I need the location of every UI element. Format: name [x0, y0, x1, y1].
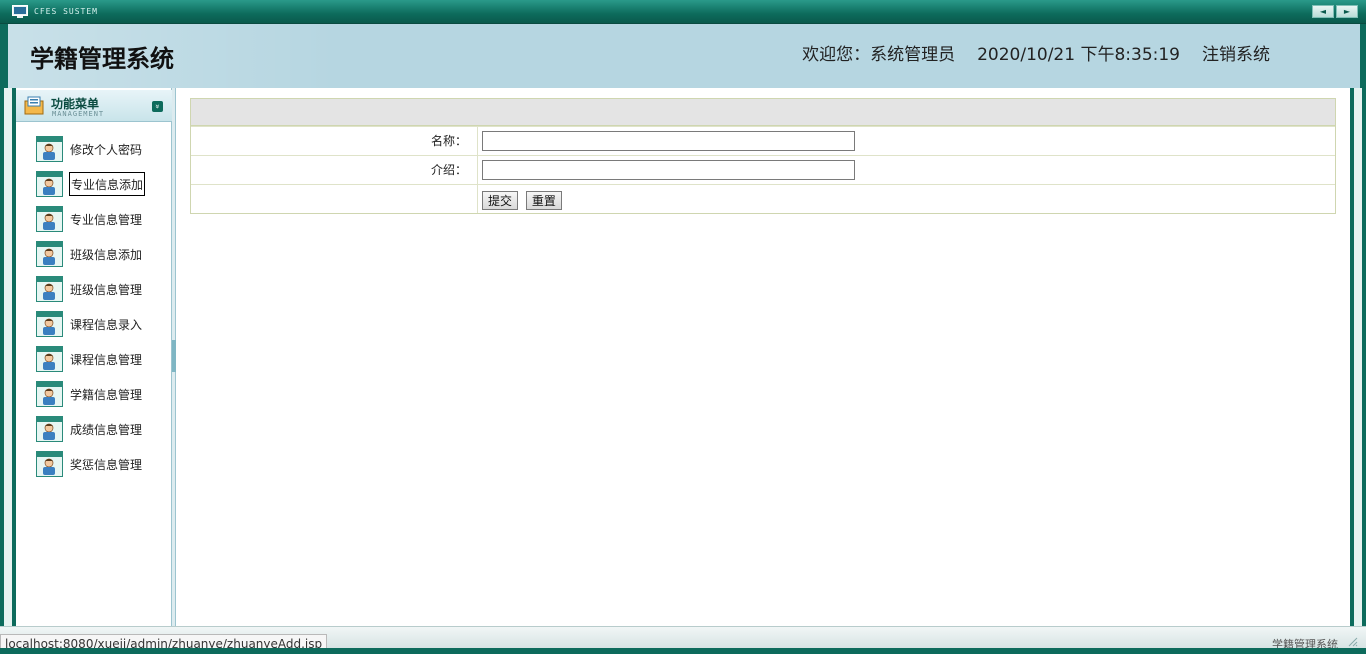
splitter-grip[interactable] — [172, 340, 176, 372]
next-button[interactable]: ► — [1336, 5, 1358, 18]
main-content: 名称： 介绍： 提交 重置 — [177, 88, 1350, 626]
user-card-icon — [36, 451, 63, 477]
form-header-row — [191, 99, 1335, 126]
user-card-icon — [36, 276, 63, 302]
user-card-icon — [36, 241, 63, 267]
prev-button[interactable]: ◄ — [1312, 5, 1334, 18]
sidebar-item-course-manage[interactable]: 课程信息管理 — [16, 344, 172, 379]
collapse-icon[interactable]: » — [152, 101, 163, 112]
menu-header: 功能菜单 MANAGEMENT » — [16, 90, 172, 122]
reset-button[interactable]: 重置 — [525, 191, 562, 210]
sidebar-item-major-manage[interactable]: 专业信息管理 — [16, 204, 172, 239]
sidebar-item-class-add[interactable]: 班级信息添加 — [16, 239, 172, 274]
intro-input[interactable] — [482, 160, 855, 180]
form-row-actions: 提交 重置 — [191, 184, 1335, 213]
resize-grip-icon[interactable] — [1346, 635, 1358, 647]
form-row-name: 名称： — [191, 126, 1335, 155]
welcome-prefix: 欢迎您： — [802, 45, 871, 65]
header-info: 欢迎您： 系统管理员 2020/10/21 下午8:35:19 注销系统 — [802, 40, 1270, 65]
form-row-intro: 介绍： — [191, 155, 1335, 184]
user-card-icon — [36, 311, 63, 337]
user-card-icon — [36, 381, 63, 407]
menu-subtitle: MANAGEMENT — [52, 110, 105, 118]
user-card-icon — [36, 206, 63, 232]
logout-link[interactable]: 注销系统 — [1202, 40, 1270, 65]
name-input[interactable] — [482, 131, 855, 151]
sidebar-item-change-password[interactable]: 修改个人密码 — [16, 134, 172, 169]
user-card-icon — [36, 346, 63, 372]
major-add-form: 名称： 介绍： 提交 重置 — [190, 98, 1336, 214]
monitor-icon — [12, 5, 28, 18]
system-label: CFES SUSTEM — [34, 7, 98, 16]
window-title-bar: CFES SUSTEM ◄ ► — [0, 0, 1366, 24]
menu-folder-icon — [24, 96, 44, 115]
current-datetime: 2020/10/21 下午8:35:19 — [977, 45, 1180, 65]
sidebar-item-student-manage[interactable]: 学籍信息管理 — [16, 379, 172, 414]
frame-right — [1350, 88, 1366, 652]
frame-left — [0, 88, 16, 652]
frame-bottom — [0, 648, 1366, 654]
welcome-text: 欢迎您： 系统管理员 — [802, 40, 955, 65]
sidebar: 功能菜单 MANAGEMENT » 修改个人密码 专业信息添加 专业信息管理 班… — [16, 88, 172, 626]
sidebar-item-course-add[interactable]: 课程信息录入 — [16, 309, 172, 344]
user-name: 系统管理员 — [870, 45, 956, 65]
user-card-icon — [36, 416, 63, 442]
submit-button[interactable]: 提交 — [482, 191, 519, 210]
intro-label: 介绍： — [191, 156, 478, 184]
app-header: 学籍管理系统 欢迎您： 系统管理员 2020/10/21 下午8:35:19 注… — [0, 24, 1366, 88]
sidebar-item-reward-manage[interactable]: 奖惩信息管理 — [16, 449, 172, 484]
sidebar-item-grade-manage[interactable]: 成绩信息管理 — [16, 414, 172, 449]
window-nav: ◄ ► — [1312, 5, 1358, 18]
name-label: 名称： — [191, 127, 478, 155]
user-card-icon — [36, 171, 63, 197]
user-card-icon — [36, 136, 63, 162]
app-title: 学籍管理系统 — [30, 45, 174, 73]
menu-list: 修改个人密码 专业信息添加 专业信息管理 班级信息添加 班级信息管理 课程信息录… — [16, 134, 172, 484]
status-bar: localhost:8080/xueji/admin/zhuanye/zhuan… — [0, 626, 1366, 654]
sidebar-item-class-manage[interactable]: 班级信息管理 — [16, 274, 172, 309]
sidebar-splitter[interactable] — [172, 88, 176, 626]
sidebar-item-major-add[interactable]: 专业信息添加 — [16, 169, 172, 204]
